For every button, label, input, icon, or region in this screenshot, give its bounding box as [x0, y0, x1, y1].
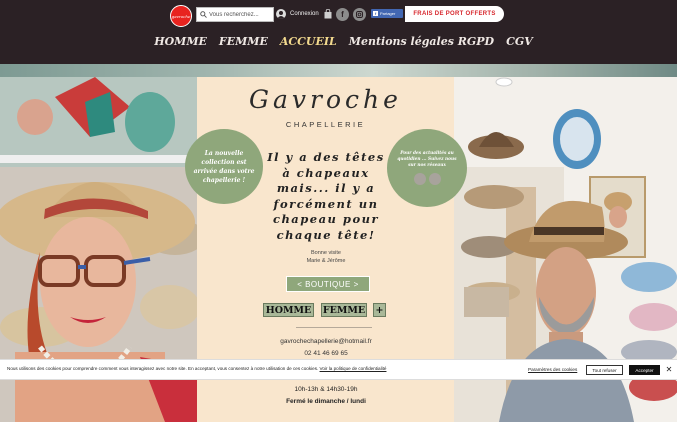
divider	[296, 327, 372, 328]
cookie-text: Nous utilisons des cookies pour comprend…	[7, 366, 386, 371]
opening-hours: 10h-13h & 14h30-19h	[294, 386, 358, 393]
contact-phone[interactable]: 02 41 46 69 65	[264, 350, 388, 357]
site-logo[interactable]: gavroche	[170, 5, 192, 27]
main-nav: HOMME FEMME ACCUEIL Mentions légales RGP…	[0, 35, 677, 48]
nav-accueil[interactable]: ACCUEIL	[280, 35, 337, 48]
user-icon	[276, 9, 286, 19]
free-shipping-banner: FRAIS DE PORT OFFERTS	[405, 6, 504, 22]
share-label: Partager	[380, 11, 396, 16]
login-link[interactable]: Connexion	[276, 8, 319, 20]
facebook-icon[interactable]	[413, 173, 426, 185]
instagram-icon[interactable]	[428, 173, 441, 185]
cookie-message: Nous utilisons des cookies pour comprend…	[7, 366, 319, 371]
brand-subtitle: CHAPELLERIE	[285, 120, 366, 129]
signature: Bonne visite Marie & Jérôme	[264, 249, 388, 265]
nav-femme[interactable]: FEMME	[219, 35, 268, 48]
social-bubble-text: Pour des actualités au quotidien ... Sui…	[397, 151, 457, 168]
closing-days: Fermé le dimanche / lundi	[286, 398, 366, 405]
search-input[interactable]	[209, 11, 271, 18]
privacy-policy-link[interactable]: Voir la politique de confidentialité	[320, 366, 387, 371]
nav-mentions-legales[interactable]: Mentions légales RGPD	[349, 35, 494, 48]
new-collection-text: La nouvelle collection est arrivée dans …	[193, 149, 255, 184]
close-icon[interactable]: ✕	[664, 365, 674, 375]
social-icons	[413, 173, 441, 185]
tagline: Il y a des têtes à chapeaux mais... il y…	[267, 150, 385, 242]
login-label: Connexion	[290, 11, 319, 17]
category-femme-button[interactable]: FEMME	[321, 303, 367, 317]
new-collection-bubble[interactable]: La nouvelle collection est arrivée dans …	[185, 129, 263, 204]
logo-text: gavroche	[171, 14, 191, 19]
cookie-banner: Nous utilisons des cookies pour comprend…	[0, 359, 677, 380]
contact-email[interactable]: gavrochechapellerie@hotmail.fr	[264, 338, 388, 345]
signature-line-2: Marie & Jérôme	[306, 258, 346, 264]
social-bubble: Pour des actualités au quotidien ... Sui…	[387, 129, 467, 207]
facebook-small-icon: f	[373, 11, 378, 16]
search-box[interactable]	[196, 7, 274, 22]
search-icon	[197, 8, 209, 21]
nav-homme[interactable]: HOMME	[154, 35, 207, 48]
site-header: gavroche Connexion f f Partager FRAIS DE…	[0, 0, 677, 64]
boutique-button[interactable]: < BOUTIQUE >	[286, 276, 370, 292]
cookie-settings-link[interactable]: Paramètres des cookies	[528, 367, 577, 372]
cart-icon[interactable]	[324, 9, 332, 19]
decorative-strip	[0, 64, 677, 77]
instagram-icon[interactable]	[353, 8, 366, 21]
signature-line-1: Bonne visite	[311, 250, 341, 256]
category-homme-button[interactable]: HOMME	[263, 303, 314, 317]
category-more-button[interactable]: +	[373, 303, 386, 317]
nav-cgv[interactable]: CGV	[506, 35, 533, 48]
brand-title: Gavroche	[249, 85, 402, 114]
facebook-icon[interactable]: f	[336, 8, 349, 21]
accept-button[interactable]: Accepter	[629, 365, 660, 375]
facebook-share-button[interactable]: f Partager	[371, 9, 403, 18]
refuse-all-button[interactable]: Tout refuser	[586, 365, 623, 375]
